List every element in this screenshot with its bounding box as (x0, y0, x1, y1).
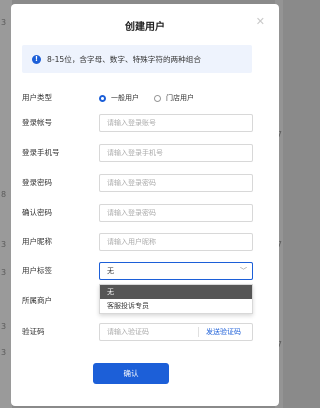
notice-text: 8-15位，含字母、数字、特殊字符的两种组合 (47, 54, 201, 64)
user-tag-row: 用户标签 无 ﹀ (22, 262, 254, 280)
confirm-button[interactable]: 确认 (93, 363, 169, 384)
nickname-label: 用户昵称 (22, 237, 52, 246)
close-icon[interactable]: ✕ (256, 16, 265, 27)
radio-store-user-label[interactable]: 门店用户 (166, 93, 194, 103)
user-tag-dropdown: 无 客服投诉专员 (99, 284, 253, 314)
confirm-password-row: 确认密码 请输入登录密码 (22, 204, 254, 222)
chevron-down-icon: ﹀ (240, 267, 247, 275)
radio-general-user-label[interactable]: 一般用户 (111, 93, 139, 103)
background-mark: 8 (1, 190, 7, 199)
background-mark: 3 (1, 240, 7, 249)
background-mark: 3 (1, 322, 7, 331)
dropdown-option-complaint-agent[interactable]: 客服投诉专员 (100, 299, 252, 313)
background-mark: 3 (1, 348, 7, 357)
user-type-label: 用户类型 (22, 93, 52, 102)
user-tag-label: 用户标签 (22, 266, 52, 275)
info-icon: ! (32, 54, 41, 64)
login-phone-label: 登录手机号 (22, 148, 60, 157)
login-account-row: 登录帐号 请输入登录账号 (22, 114, 254, 132)
password-rule-notice: ! 8-15位，含字母、数字、特殊字符的两种组合 (22, 45, 252, 73)
login-account-input[interactable]: 请输入登录账号 (99, 114, 253, 132)
user-tag-selected-value: 无 (107, 267, 114, 275)
login-password-label: 登录密码 (22, 178, 52, 187)
send-code-button[interactable]: 发送验证码 (206, 324, 241, 340)
verification-code-row: 验证码 请输入验证码 发送验证码 (22, 323, 254, 341)
user-tag-select[interactable]: 无 ﹀ (99, 262, 253, 280)
confirm-password-input[interactable]: 请输入登录密码 (99, 204, 253, 222)
user-type-radio-group: 一般用户 门店用户 (99, 89, 209, 107)
verification-code-field: 请输入验证码 发送验证码 (99, 323, 253, 341)
verification-code-label: 验证码 (22, 327, 45, 336)
verification-code-input[interactable]: 请输入验证码 (107, 324, 149, 340)
login-phone-input[interactable]: 请输入登录手机号 (99, 144, 253, 162)
background-mark: 3 (1, 268, 7, 277)
login-phone-row: 登录手机号 请输入登录手机号 (22, 144, 254, 162)
store-label: 所属商户 (22, 296, 52, 305)
login-account-label: 登录帐号 (22, 118, 52, 127)
dialog-title: 创建用户 (125, 22, 165, 33)
nickname-row: 用户昵称 请输入用户昵称 (22, 233, 254, 251)
radio-store-user[interactable] (154, 94, 161, 102)
confirm-password-label: 确认密码 (22, 208, 52, 217)
user-type-row: 用户类型 一般用户 门店用户 (22, 89, 254, 107)
login-password-input[interactable]: 请输入登录密码 (99, 174, 253, 192)
radio-general-user[interactable] (99, 94, 106, 102)
code-divider (198, 327, 199, 337)
login-password-row: 登录密码 请输入登录密码 (22, 174, 254, 192)
nickname-input[interactable]: 请输入用户昵称 (99, 233, 253, 251)
background-mark: 3 (1, 18, 7, 27)
dropdown-option-none[interactable]: 无 (100, 285, 252, 299)
